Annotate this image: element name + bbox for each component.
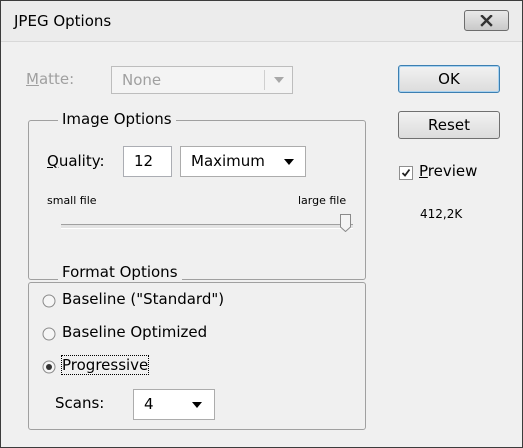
preview-label: Preview bbox=[419, 162, 478, 180]
format-options-legend: Format Options bbox=[58, 263, 182, 281]
scans-label: Scans: bbox=[55, 394, 105, 412]
dialog-body: Matte: None Image Options Quality: 12 Ma… bbox=[8, 42, 514, 440]
quality-value: 12 bbox=[134, 152, 154, 170]
title-bar: JPEG Options bbox=[1, 1, 522, 42]
ok-button[interactable]: OK bbox=[398, 65, 500, 93]
matte-value: None bbox=[122, 71, 162, 89]
scans-value: 4 bbox=[144, 395, 154, 413]
window-title: JPEG Options bbox=[14, 12, 112, 30]
quality-preset-value: Maximum bbox=[191, 152, 265, 170]
matte-label: Matte: bbox=[26, 70, 75, 88]
quality-slider-thumb[interactable] bbox=[340, 214, 351, 232]
quality-input[interactable]: 12 bbox=[123, 146, 172, 177]
radio-baseline-optimized[interactable] bbox=[42, 327, 56, 341]
reset-button[interactable]: Reset bbox=[398, 111, 500, 139]
chevron-down-icon bbox=[274, 77, 284, 83]
label-baseline-standard: Baseline ("Standard") bbox=[62, 290, 225, 308]
radio-progressive[interactable] bbox=[42, 360, 56, 374]
chevron-down-icon bbox=[192, 402, 202, 408]
label-progressive: Progressive bbox=[60, 355, 150, 375]
slider-max-label: large file bbox=[298, 194, 347, 207]
preview-checkbox[interactable] bbox=[399, 166, 413, 180]
scans-select[interactable]: 4 bbox=[133, 389, 215, 420]
quality-preset-select[interactable]: Maximum bbox=[180, 146, 306, 177]
quality-label: Quality: bbox=[47, 152, 105, 170]
radio-baseline-standard[interactable] bbox=[42, 294, 56, 308]
preview-file-size: 412,2K bbox=[420, 207, 463, 221]
quality-slider-track[interactable] bbox=[61, 224, 353, 229]
close-icon bbox=[480, 15, 493, 27]
close-button[interactable] bbox=[464, 10, 509, 31]
matte-separator bbox=[264, 70, 265, 90]
jpeg-options-dialog: JPEG Options Matte: None Image Options Q… bbox=[0, 0, 523, 448]
slider-min-label: small file bbox=[47, 194, 97, 207]
chevron-down-icon bbox=[284, 159, 294, 165]
image-options-legend: Image Options bbox=[58, 110, 176, 128]
label-baseline-optimized: Baseline Optimized bbox=[62, 323, 208, 341]
checkmark-icon bbox=[401, 168, 411, 177]
matte-select[interactable]: None bbox=[111, 66, 293, 94]
